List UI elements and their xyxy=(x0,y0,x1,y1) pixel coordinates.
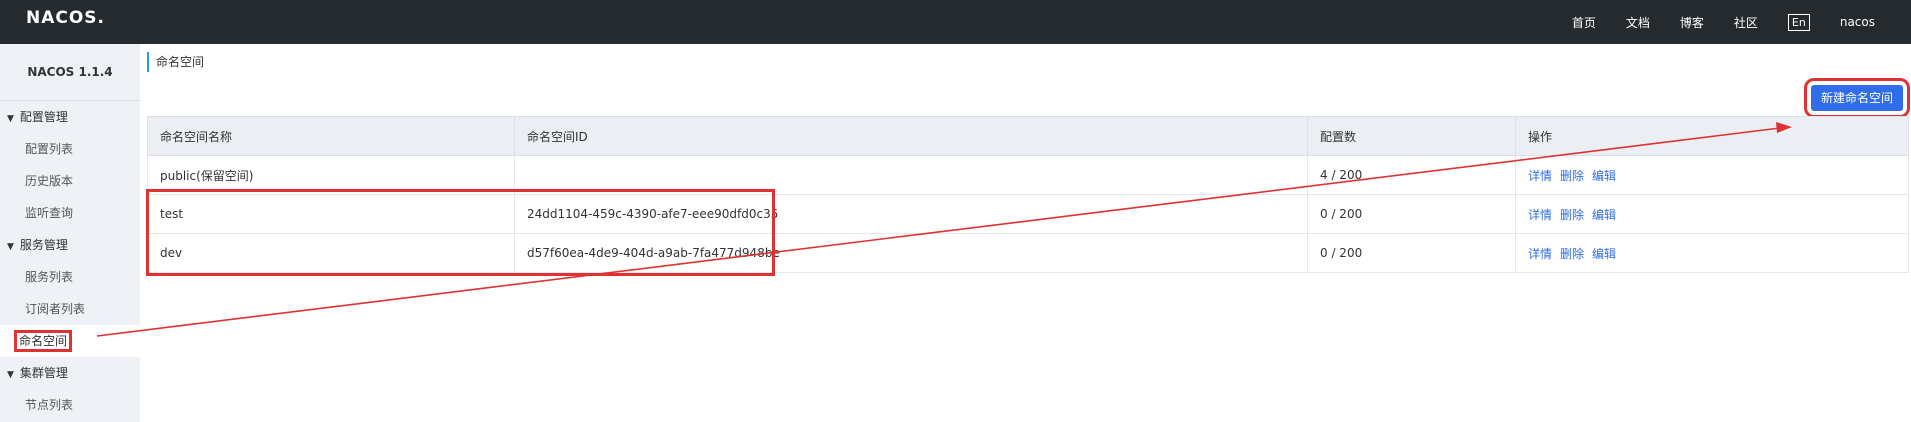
namespace-name-cell: dev xyxy=(147,233,515,273)
sidebar-item-listener-query[interactable]: 监听查询 xyxy=(0,197,140,229)
sidebar-group-label: 配置管理 xyxy=(19,110,68,124)
sidebar-item-service-list[interactable]: 服务列表 xyxy=(0,261,140,293)
nav-community-link[interactable]: 社区 xyxy=(1734,14,1758,31)
caret-down-icon: ▼ xyxy=(7,242,14,252)
language-switch-button[interactable]: En xyxy=(1787,13,1810,31)
nav-blog-link[interactable]: 博客 xyxy=(1680,14,1704,31)
sidebar-item-label: 命名空间 xyxy=(13,330,73,352)
details-link[interactable]: 详情 xyxy=(1528,208,1552,222)
sidebar-group-label: 集群管理 xyxy=(19,366,68,380)
edit-link[interactable]: 编辑 xyxy=(1592,247,1616,261)
details-link[interactable]: 详情 xyxy=(1528,169,1552,183)
nacos-logo[interactable]: NACOS. xyxy=(26,8,105,28)
caret-down-icon: ▼ xyxy=(7,114,14,124)
sidebar-group-config[interactable]: ▼ 配置管理 xyxy=(0,101,140,133)
version-label: NACOS 1.1.4 xyxy=(0,44,140,101)
config-count-cell: 0 / 200 xyxy=(1307,233,1516,273)
nav-docs-link[interactable]: 文档 xyxy=(1626,14,1650,31)
actions-cell: 详情 删除 编辑 xyxy=(1515,194,1909,234)
nav-home-link[interactable]: 首页 xyxy=(1572,14,1596,31)
column-header-count: 配置数 xyxy=(1307,116,1516,156)
caret-down-icon: ▼ xyxy=(7,370,14,380)
sidebar-item-subscriber-list[interactable]: 订阅者列表 xyxy=(0,293,140,325)
sidebar-item-config-list[interactable]: 配置列表 xyxy=(0,133,140,165)
delete-link[interactable]: 删除 xyxy=(1560,169,1584,183)
namespace-id-cell: 24dd1104-459c-4390-afe7-eee90dfd0c35 xyxy=(514,194,1308,234)
top-navbar: NACOS. 首页 文档 博客 社区 En nacos xyxy=(0,0,1911,44)
page-title: 命名空间 xyxy=(147,52,204,72)
create-namespace-button[interactable]: 新建命名空间 xyxy=(1803,78,1911,118)
details-link[interactable]: 详情 xyxy=(1528,247,1552,261)
actions-cell: 详情 删除 编辑 xyxy=(1515,233,1909,273)
config-count-cell: 4 / 200 xyxy=(1307,155,1516,195)
sidebar-group-label: 服务管理 xyxy=(19,238,68,252)
top-nav-links: 首页 文档 博客 社区 En nacos xyxy=(1542,0,1875,44)
config-count-cell: 0 / 200 xyxy=(1307,194,1516,234)
namespace-name-cell: public(保留空间) xyxy=(147,155,515,195)
sidebar-group-cluster[interactable]: ▼ 集群管理 xyxy=(0,357,140,389)
actions-cell: 详情 删除 编辑 xyxy=(1515,155,1909,195)
sidebar-item-node-list[interactable]: 节点列表 xyxy=(0,389,140,421)
namespace-id-cell xyxy=(514,155,1308,195)
column-header-id: 命名空间ID xyxy=(514,116,1308,156)
table-row: public(保留空间) 4 / 200 详情 删除 编辑 xyxy=(147,155,1909,195)
delete-link[interactable]: 删除 xyxy=(1560,208,1584,222)
table-row: dev d57f60ea-4de9-404d-a9ab-7fa477d948be… xyxy=(147,233,1909,273)
sidebar-item-history[interactable]: 历史版本 xyxy=(0,165,140,197)
user-menu[interactable]: nacos xyxy=(1840,15,1875,29)
sidebar: NACOS 1.1.4 ▼ 配置管理 配置列表 历史版本 监听查询 ▼ 服务管理 服… xyxy=(0,44,140,422)
delete-link[interactable]: 删除 xyxy=(1560,247,1584,261)
namespace-name-cell: test xyxy=(147,194,515,234)
column-header-actions: 操作 xyxy=(1515,116,1909,156)
sidebar-item-namespace[interactable]: 命名空间 xyxy=(0,325,140,357)
table-row: test 24dd1104-459c-4390-afe7-eee90dfd0c3… xyxy=(147,194,1909,234)
edit-link[interactable]: 编辑 xyxy=(1592,208,1616,222)
column-header-name: 命名空间名称 xyxy=(147,116,515,156)
sidebar-group-service[interactable]: ▼ 服务管理 xyxy=(0,229,140,261)
namespace-table: 命名空间名称 命名空间ID 配置数 操作 public(保留空间) 4 / 20… xyxy=(147,116,1909,273)
main-content: 命名空间 新建命名空间 命名空间名称 命名空间ID 配置数 操作 public(… xyxy=(140,44,1911,422)
table-header-row: 命名空间名称 命名空间ID 配置数 操作 xyxy=(147,116,1909,156)
namespace-id-cell: d57f60ea-4de9-404d-a9ab-7fa477d948be xyxy=(514,233,1308,273)
edit-link[interactable]: 编辑 xyxy=(1592,169,1616,183)
